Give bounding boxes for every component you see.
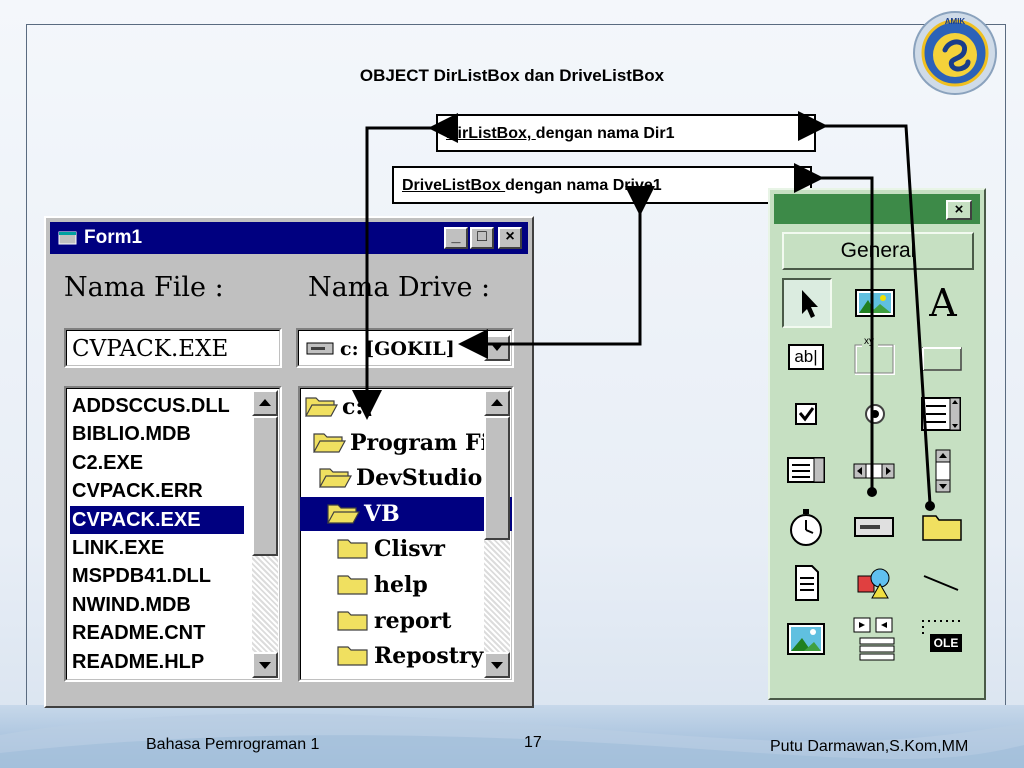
arrow-dirlistbox-toolbox	[798, 111, 932, 505]
footer-course: Bahasa Pemrograman 1	[146, 736, 320, 753]
footer-page-number: 17	[524, 734, 542, 751]
connector-arrows	[352, 111, 935, 511]
arrow-drivelistbox-form	[458, 186, 655, 359]
arrow-drivelistbox-toolbox	[794, 163, 874, 490]
footer-author: Putu Darmawan,S.Kom,MM	[770, 738, 969, 755]
arrow-dirlistbox-form	[352, 113, 458, 420]
